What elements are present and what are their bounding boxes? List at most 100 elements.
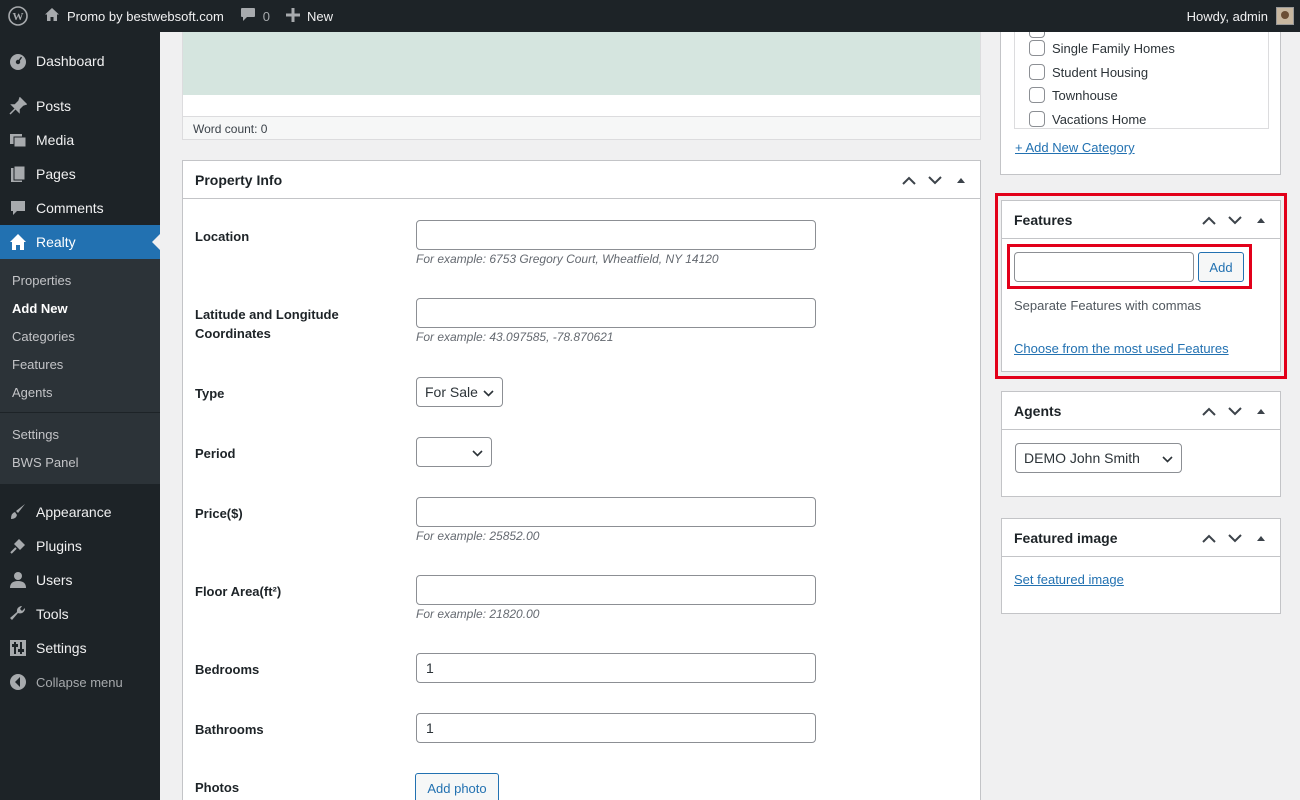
new-content-link[interactable]: New	[278, 0, 341, 32]
move-down-icon[interactable]	[1226, 533, 1244, 543]
category-label: Townhouse	[1052, 87, 1118, 103]
category-label: Vacations Home	[1052, 111, 1147, 127]
type-label: Type	[195, 386, 225, 401]
menu-dashboard[interactable]: Dashboard	[0, 44, 160, 78]
bedrooms-input[interactable]	[416, 653, 816, 683]
toggle-panel-icon[interactable]	[1252, 408, 1270, 415]
realty-submenu: Properties Add New Categories Features A…	[0, 259, 160, 484]
submenu-features[interactable]: Features	[12, 357, 63, 372]
location-input[interactable]	[416, 220, 816, 250]
category-label: Student Housing	[1052, 64, 1149, 80]
menu-realty[interactable]: Realty	[0, 225, 160, 259]
pages-icon	[0, 165, 36, 183]
account-menu[interactable]: Howdy, admin	[1179, 0, 1300, 32]
admin-sidebar: Dashboard Posts Media Pages Comments Rea…	[0, 32, 160, 800]
menu-users[interactable]: Users	[0, 563, 160, 597]
submenu-bws-panel[interactable]: BWS Panel	[12, 455, 78, 470]
menu-pages[interactable]: Pages	[0, 157, 160, 191]
coordinates-label: Latitude and Longitude Coordinates	[195, 305, 339, 343]
category-item[interactable]: Single Family Homes	[1029, 40, 1175, 56]
move-down-icon[interactable]	[1226, 406, 1244, 416]
comment-bubble-icon	[240, 7, 256, 25]
menu-pages-label: Pages	[36, 166, 76, 182]
move-up-icon[interactable]	[1200, 407, 1218, 416]
menu-settings[interactable]: Settings	[0, 631, 160, 665]
checkbox[interactable]	[1029, 64, 1045, 80]
category-checkbox-partial[interactable]	[1029, 32, 1045, 38]
menu-comments[interactable]: Comments	[0, 191, 160, 225]
featured-image-box: Featured image Set featured image	[1001, 518, 1281, 614]
site-name-link[interactable]: Promo by bestwebsoft.com	[36, 0, 232, 32]
price-input[interactable]	[416, 497, 816, 527]
menu-appearance-label: Appearance	[36, 504, 112, 520]
add-new-category-link[interactable]: + Add New Category	[1015, 140, 1135, 155]
coordinates-input[interactable]	[416, 298, 816, 328]
collapse-arrow-icon	[0, 673, 36, 691]
plug-icon	[0, 537, 36, 555]
collapse-menu-button[interactable]: Collapse menu	[0, 665, 160, 699]
period-select[interactable]	[416, 437, 492, 467]
paintbrush-icon	[0, 503, 36, 521]
admin-bar: W Promo by bestwebsoft.com 0 New Howdy, …	[0, 0, 1300, 32]
menu-tools[interactable]: Tools	[0, 597, 160, 631]
category-item[interactable]: Vacations Home	[1029, 111, 1146, 127]
submenu-agents[interactable]: Agents	[12, 385, 52, 400]
period-label: Period	[195, 446, 236, 461]
add-photo-button[interactable]: Add photo	[415, 773, 499, 800]
media-icon	[0, 131, 36, 149]
menu-media[interactable]: Media	[0, 123, 160, 157]
wordpress-logo-icon[interactable]: W	[0, 0, 36, 32]
site-name: Promo by bestwebsoft.com	[67, 8, 224, 24]
word-count: Word count: 0	[183, 116, 980, 139]
svg-text:W: W	[13, 11, 24, 23]
categories-box: Single Family Homes Student Housing Town…	[1000, 32, 1281, 175]
comments-count: 0	[262, 8, 271, 24]
agent-select-value: DEMO John Smith	[1024, 450, 1140, 466]
move-down-icon[interactable]	[926, 175, 944, 185]
move-up-icon[interactable]	[1200, 534, 1218, 543]
property-info-header: Property Info	[183, 161, 980, 199]
new-label: New	[307, 8, 334, 24]
collapse-menu-label: Collapse menu	[36, 674, 123, 690]
agent-select[interactable]: DEMO John Smith	[1015, 443, 1182, 473]
submenu-categories[interactable]: Categories	[12, 329, 75, 344]
checkbox[interactable]	[1029, 40, 1045, 56]
chevron-down-icon	[472, 444, 483, 460]
menu-settings-label: Settings	[36, 640, 87, 656]
price-label: Price($)	[195, 506, 243, 521]
menu-plugins[interactable]: Plugins	[0, 529, 160, 563]
toggle-panel-icon[interactable]	[1252, 535, 1270, 542]
property-info-box: Property Info Location For example: 6753…	[182, 160, 981, 800]
agents-box: Agents DEMO John Smith	[1001, 391, 1281, 497]
price-hint: For example: 25852.00	[416, 529, 540, 543]
menu-appearance[interactable]: Appearance	[0, 495, 160, 529]
comments-link[interactable]: 0	[232, 0, 278, 32]
toggle-panel-icon[interactable]	[952, 177, 970, 184]
editor-content-area[interactable]	[183, 32, 980, 95]
menu-dashboard-label: Dashboard	[36, 53, 105, 69]
dashboard-icon	[0, 52, 36, 70]
category-item[interactable]: Townhouse	[1029, 87, 1118, 103]
howdy-text: Howdy, admin	[1186, 8, 1268, 24]
submenu-settings[interactable]: Settings	[12, 427, 59, 442]
category-item[interactable]: Student Housing	[1029, 64, 1148, 80]
bedrooms-label: Bedrooms	[195, 662, 260, 677]
content-editor: Word count: 0	[182, 32, 981, 140]
menu-media-label: Media	[36, 132, 75, 148]
set-featured-image-link[interactable]: Set featured image	[1014, 572, 1124, 587]
submenu-add-new[interactable]: Add New	[12, 301, 68, 316]
menu-tools-label: Tools	[36, 606, 69, 622]
photos-label: Photos	[195, 780, 240, 795]
house-icon	[0, 233, 36, 251]
bathrooms-input[interactable]	[416, 713, 816, 743]
chevron-down-icon	[1162, 450, 1173, 466]
move-up-icon[interactable]	[900, 176, 918, 185]
checkbox[interactable]	[1029, 111, 1045, 127]
bathrooms-label: Bathrooms	[195, 722, 264, 737]
checkbox[interactable]	[1029, 87, 1045, 103]
floor-area-input[interactable]	[416, 575, 816, 605]
featured-image-header: Featured image	[1002, 519, 1280, 557]
submenu-properties[interactable]: Properties	[12, 273, 71, 288]
menu-posts[interactable]: Posts	[0, 89, 160, 123]
type-select[interactable]: For Sale	[416, 377, 503, 407]
